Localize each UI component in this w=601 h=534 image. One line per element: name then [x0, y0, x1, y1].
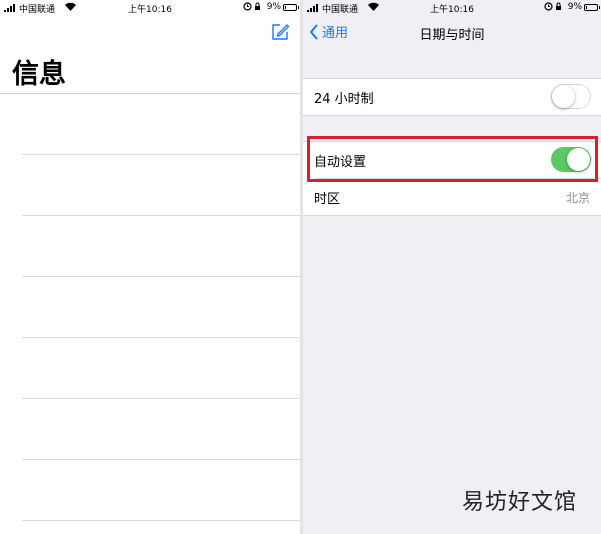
hour24-label: 24 小时制 [314, 91, 374, 107]
date-time-screen: 中国联通 上午10:16 9% 通用 日期与时间 24 小时制 自动设置 时区 … [303, 0, 601, 534]
settings-group-hour24: 24 小时制 [303, 78, 601, 116]
timezone-row[interactable]: 时区 北京 [303, 179, 601, 215]
messages-screen: 中国联通 上午10:16 9% 信息 [0, 0, 300, 534]
rotation-lock-icon [554, 1, 563, 14]
hour24-toggle[interactable] [551, 84, 591, 109]
battery-icon [584, 4, 600, 11]
hour24-row: 24 小时制 [303, 79, 601, 115]
conversation-list [0, 94, 300, 521]
list-item[interactable] [0, 94, 300, 155]
list-item[interactable] [0, 399, 300, 460]
page-title: 信息 [12, 59, 66, 90]
battery-percent: 9% [567, 2, 582, 12]
status-bar: 中国联通 上午10:16 9% [0, 0, 300, 16]
alarm-icon [243, 2, 252, 14]
navigation-bar: 通用 日期与时间 [303, 16, 601, 50]
list-item[interactable] [0, 277, 300, 338]
battery-percent: 9% [266, 2, 281, 12]
timezone-value: 北京 [565, 190, 590, 205]
toggle-knob [552, 85, 575, 108]
nav-title: 日期与时间 [419, 28, 485, 43]
rotation-lock-icon [253, 1, 262, 14]
list-item[interactable] [0, 155, 300, 216]
watermark: 易坊好文馆 [461, 490, 577, 515]
battery-icon [283, 4, 299, 11]
list-item[interactable] [0, 460, 300, 521]
list-item[interactable] [0, 338, 300, 399]
highlight-box [307, 136, 598, 182]
compose-icon[interactable] [270, 22, 290, 42]
status-bar: 中国联通 上午10:16 9% [303, 0, 601, 16]
list-item[interactable] [0, 216, 300, 277]
alarm-icon [544, 2, 553, 14]
timezone-label: 时区 [314, 191, 341, 207]
